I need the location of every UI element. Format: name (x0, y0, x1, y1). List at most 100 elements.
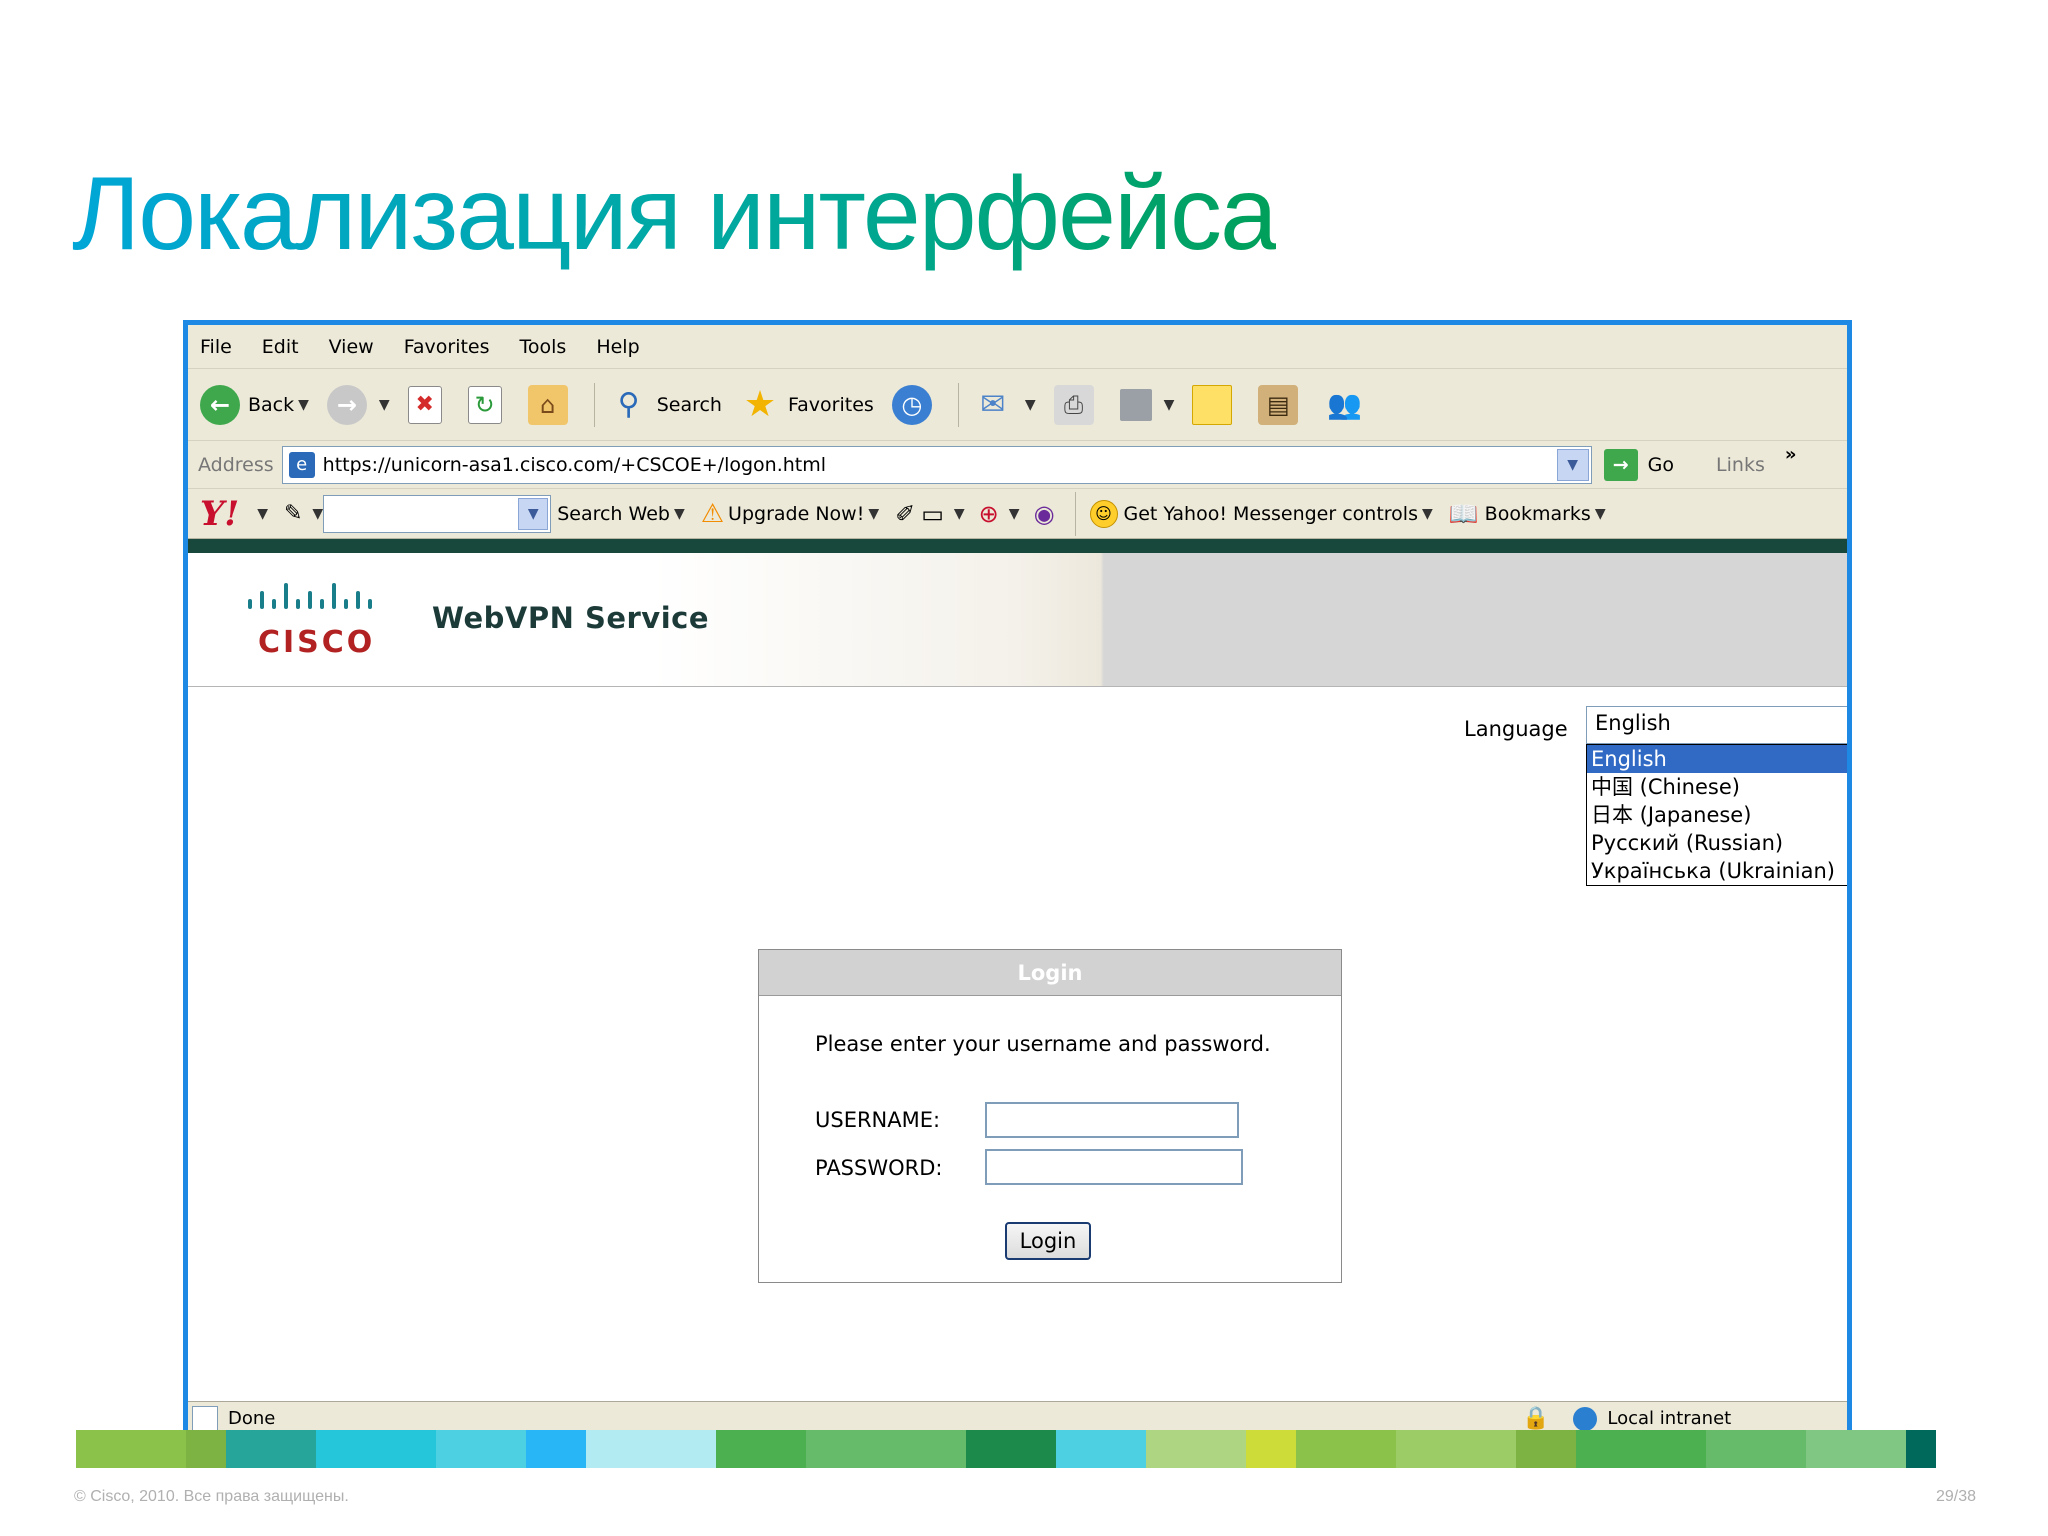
pencil-dropdown-icon[interactable]: ▼ (312, 506, 323, 522)
address-url[interactable]: https://unicorn-asa1.cisco.com/+CSCOE+/l… (323, 454, 826, 476)
printer-icon: ⎙ (1053, 384, 1094, 425)
language-option-english[interactable]: English (1587, 745, 1847, 773)
music-icon[interactable]: ◉ (1034, 500, 1055, 528)
language-label: Language (1464, 717, 1568, 741)
antispy-icon[interactable]: ⊕ (979, 500, 999, 528)
yahoo-smiley-icon: ☺ (1089, 499, 1118, 528)
password-input[interactable] (985, 1149, 1243, 1185)
username-input[interactable] (985, 1102, 1239, 1138)
address-input[interactable]: e https://unicorn-asa1.cisco.com/+CSCOE+… (281, 445, 1592, 484)
intranet-globe-icon (1573, 1406, 1598, 1431)
search-label: Search (656, 393, 722, 416)
login-header: Login (759, 950, 1341, 996)
highlighter-icon[interactable]: ✐ (895, 500, 915, 528)
back-label: Back (248, 393, 295, 416)
slide-title: Локализация интерфейса (72, 156, 1278, 272)
warning-icon: ⚠ (700, 498, 725, 529)
menu-edit[interactable]: Edit (262, 336, 299, 358)
messenger-controls-button[interactable]: ☺ Get Yahoo! Messenger controls ▼ (1089, 499, 1433, 528)
standard-toolbar: ← Back ▼ → ▼ ✖ ↻ ⌂ ⚲ Search ★ Favorites … (188, 369, 1847, 441)
page-content: Language English English 中国 (Chinese) 日本… (188, 687, 1847, 1397)
links-chevron-icon[interactable]: » (1785, 444, 1797, 465)
menu-bar: File Edit View Favorites Tools Help (188, 325, 1847, 369)
favorites-button[interactable]: ★ Favorites (740, 384, 874, 425)
messenger-label: Get Yahoo! Messenger controls (1123, 502, 1418, 525)
history-button[interactable]: ◷ (891, 384, 940, 425)
edit-dropdown-icon[interactable]: ▼ (1164, 397, 1175, 413)
go-label: Go (1647, 453, 1675, 476)
username-label: USERNAME: (815, 1108, 941, 1132)
toolbar-separator (593, 382, 595, 427)
password-label: PASSWORD: (815, 1156, 943, 1180)
ie-page-icon: e (288, 451, 315, 478)
cisco-logo: CISCO (258, 625, 376, 660)
language-dropdown-list: English 中国 (Chinese) 日本 (Japanese) Русск… (1586, 744, 1847, 886)
status-text: Done (228, 1408, 276, 1429)
pencil-icon[interactable]: ✎ (284, 501, 302, 526)
back-dropdown-icon[interactable]: ▼ (298, 397, 309, 413)
address-dropdown-icon[interactable]: ▼ (1556, 448, 1589, 481)
language-option-chinese[interactable]: 中国 (Chinese) (1587, 773, 1847, 801)
upgrade-label: Upgrade Now! (728, 502, 865, 525)
status-done: Done (192, 1405, 276, 1432)
bookmarks-dropdown-icon[interactable]: ▼ (1595, 506, 1606, 522)
go-button[interactable]: → Go (1603, 448, 1675, 481)
upgrade-dropdown-icon[interactable]: ▼ (868, 506, 879, 522)
note-icon (1192, 384, 1233, 425)
search-web-label: Search Web (557, 502, 670, 525)
yahoo-search-dropdown-icon[interactable]: ▼ (518, 497, 549, 530)
yahoo-logo[interactable]: Y! (200, 494, 239, 534)
lock-icon: 🔒 (1522, 1406, 1550, 1431)
page-top-bar (188, 539, 1847, 553)
stop-icon: ✖ (407, 385, 442, 424)
yahoo-toolbar: Y! ▼ ✎ ▼ ▼ Search Web ▼ ⚠ Upgrade Now! ▼… (188, 489, 1847, 539)
language-option-russian[interactable]: Русский (Russian) (1587, 829, 1847, 857)
research-button[interactable]: ▤ (1258, 384, 1306, 425)
menu-tools[interactable]: Tools (520, 336, 567, 358)
messenger-button[interactable]: 👥 (1324, 385, 1372, 425)
yahoo-dropdown-icon[interactable]: ▼ (257, 506, 268, 522)
menu-view[interactable]: View (329, 336, 374, 358)
discuss-button[interactable] (1192, 384, 1240, 425)
login-button[interactable]: Login (1005, 1222, 1091, 1260)
search-web-button[interactable]: Search Web ▼ (557, 503, 685, 525)
form-fill-dropdown-icon[interactable]: ▼ (954, 506, 965, 522)
mail-button[interactable]: ✉ ▼ (973, 385, 1036, 425)
cisco-logo-bars (248, 583, 372, 609)
language-select[interactable]: English (1586, 706, 1847, 744)
messenger-dropdown-icon[interactable]: ▼ (1422, 506, 1433, 522)
home-icon: ⌂ (527, 384, 568, 425)
search-button[interactable]: ⚲ Search (609, 385, 722, 425)
mail-icon: ✉ (980, 387, 1006, 422)
yahoo-separator (1074, 491, 1076, 536)
links-button[interactable]: Links (1716, 454, 1765, 476)
upgrade-now-button[interactable]: ⚠ Upgrade Now! ▼ (701, 499, 879, 529)
language-option-ukrainian[interactable]: Українська (Ukrainian) (1587, 857, 1847, 885)
yahoo-search-input[interactable]: ▼ (323, 494, 552, 533)
search-web-dropdown-icon[interactable]: ▼ (674, 506, 685, 522)
stop-button[interactable]: ✖ (407, 385, 450, 424)
back-button[interactable]: ← Back ▼ (200, 384, 309, 425)
menu-favorites[interactable]: Favorites (404, 336, 490, 358)
mail-dropdown-icon[interactable]: ▼ (1025, 397, 1036, 413)
forward-button[interactable]: → ▼ (326, 384, 390, 425)
zone-text: Local intranet (1607, 1408, 1732, 1429)
bookmarks-icon: 📖 (1448, 499, 1479, 528)
menu-help[interactable]: Help (596, 336, 639, 358)
service-title: WebVPN Service (432, 601, 710, 635)
refresh-button[interactable]: ↻ (467, 385, 510, 424)
antispy-dropdown-icon[interactable]: ▼ (1009, 506, 1020, 522)
home-button[interactable]: ⌂ (527, 384, 576, 425)
menu-file[interactable]: File (200, 336, 232, 358)
footer-stripe (76, 1430, 1976, 1468)
form-fill-icon[interactable]: ▭ (921, 500, 944, 528)
footer-copyright: © Cisco, 2010. Все права защищены. (74, 1488, 349, 1505)
forward-dropdown-icon[interactable]: ▼ (379, 397, 390, 413)
favorites-star-icon: ★ (743, 384, 777, 425)
page-done-icon (192, 1405, 218, 1432)
edit-button[interactable]: ▼ (1119, 388, 1175, 421)
back-arrow-icon: ← (200, 384, 240, 425)
print-button[interactable]: ⎙ (1053, 384, 1102, 425)
bookmarks-button[interactable]: 📖 Bookmarks ▼ (1449, 500, 1606, 528)
language-option-japanese[interactable]: 日本 (Japanese) (1587, 801, 1847, 829)
